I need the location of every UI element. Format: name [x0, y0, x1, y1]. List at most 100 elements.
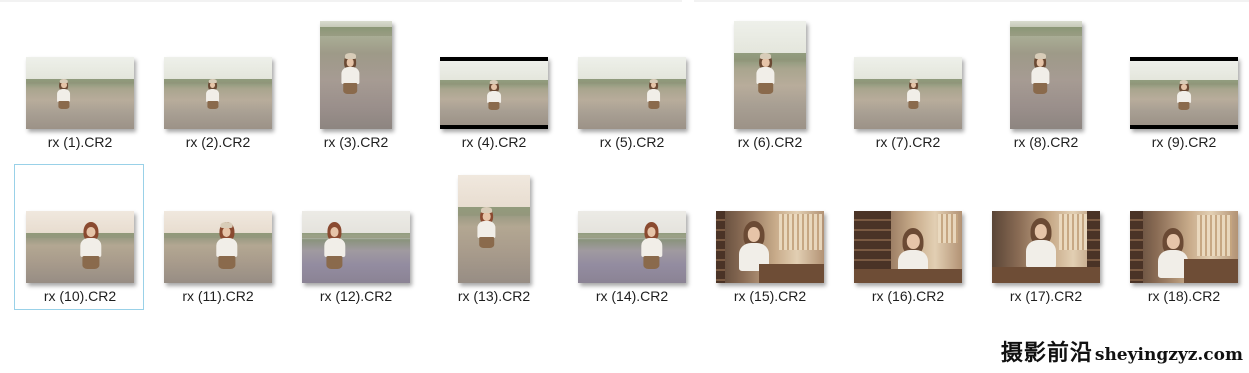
table [1184, 258, 1238, 283]
file-item[interactable]: rx (5).CR2 [566, 10, 696, 156]
treeline [320, 27, 392, 37]
file-name-label[interactable]: rx (12).CR2 [291, 288, 421, 304]
file-thumbnail[interactable] [854, 211, 962, 283]
file-thumbnail[interactable] [734, 21, 806, 129]
file-thumbnail[interactable] [302, 211, 410, 283]
thumbnail-box [567, 11, 697, 129]
thumbnail-box [429, 11, 559, 129]
file-item[interactable]: rx (9).CR2 [1118, 10, 1248, 156]
thumbnail-box [843, 11, 973, 129]
file-thumbnail[interactable] [458, 175, 530, 283]
subject-figure [323, 222, 345, 269]
thumbnail-image [992, 211, 1100, 283]
thumbnail-box [429, 165, 559, 283]
file-thumbnail[interactable] [854, 57, 962, 129]
file-item[interactable]: rx (13).CR2 [428, 164, 558, 310]
file-name-label[interactable]: rx (14).CR2 [567, 288, 697, 304]
file-name-label[interactable]: rx (9).CR2 [1119, 134, 1249, 150]
file-thumbnail[interactable] [164, 57, 272, 129]
file-item[interactable]: rx (15).CR2 [704, 164, 834, 310]
file-thumbnail-grid: rx (1).CR2 rx (2).CR2 rx (3).CR2 rx (4).CR2… [0, 0, 1249, 373]
file-thumbnail[interactable] [164, 211, 272, 283]
file-thumbnail[interactable] [1010, 21, 1082, 129]
table [992, 267, 1100, 283]
thumbnail-image [302, 211, 410, 283]
thumbnail-image [26, 57, 134, 129]
file-name-label[interactable]: rx (7).CR2 [843, 134, 973, 150]
thumbnail-box [153, 165, 283, 283]
file-item[interactable]: rx (8).CR2 [980, 10, 1110, 156]
file-name-label[interactable]: rx (5).CR2 [567, 134, 697, 150]
thumbnail-image [578, 211, 686, 283]
thumbnail-box [705, 165, 835, 283]
thumbnail-box [567, 165, 697, 283]
treeline [578, 78, 686, 85]
window-blinds [778, 213, 822, 250]
table [854, 268, 962, 283]
subject-figure [1031, 53, 1050, 94]
thumbnail-image [164, 211, 272, 283]
subject-figure [646, 78, 661, 109]
file-item[interactable]: rx (11).CR2 [152, 164, 282, 310]
file-name-label[interactable]: rx (8).CR2 [981, 134, 1111, 150]
file-name-label[interactable]: rx (1).CR2 [15, 134, 145, 150]
thumbnail-box [291, 165, 421, 283]
treeline [302, 232, 410, 239]
file-name-label[interactable]: rx (13).CR2 [429, 288, 559, 304]
file-item[interactable]: rx (4).CR2 [428, 10, 558, 156]
file-thumbnail[interactable] [26, 57, 134, 129]
subject-figure [80, 222, 102, 269]
thumbnail-box [981, 11, 1111, 129]
file-name-label[interactable]: rx (4).CR2 [429, 134, 559, 150]
file-item[interactable]: rx (7).CR2 [842, 10, 972, 156]
file-thumbnail[interactable] [1130, 211, 1238, 283]
file-item[interactable]: rx (1).CR2 [14, 10, 144, 156]
file-name-label[interactable]: rx (17).CR2 [981, 288, 1111, 304]
thumbnail-image [26, 211, 134, 283]
thumbnail-image [1010, 21, 1082, 129]
file-item[interactable]: rx (2).CR2 [152, 10, 282, 156]
subject-figure [205, 78, 220, 109]
thumbnail-box [981, 165, 1111, 283]
thumbnail-box [291, 11, 421, 129]
watermark-chinese: 摄影前沿 [1000, 340, 1093, 366]
file-thumbnail[interactable] [26, 211, 134, 283]
thumbnail-image [164, 57, 272, 129]
file-name-label[interactable]: rx (16).CR2 [843, 288, 973, 304]
file-item[interactable]: rx (12).CR2 [290, 164, 420, 310]
thumbnail-box [15, 165, 145, 283]
treeline [578, 232, 686, 239]
file-item[interactable]: rx (10).CR2 [14, 164, 144, 310]
file-item[interactable]: rx (6).CR2 [704, 10, 834, 156]
file-item[interactable]: rx (3).CR2 [290, 10, 420, 156]
watermark: 摄影前沿 sheyingzyz.com [1001, 335, 1243, 367]
file-thumbnail[interactable] [578, 57, 686, 129]
file-thumbnail[interactable] [320, 21, 392, 129]
shelf [1130, 211, 1143, 283]
subject-figure [477, 207, 496, 248]
file-thumbnail[interactable] [992, 211, 1100, 283]
thumbnail-image [578, 57, 686, 129]
file-thumbnail[interactable] [716, 211, 824, 283]
treeline [1010, 27, 1082, 37]
file-name-label[interactable]: rx (2).CR2 [153, 134, 283, 150]
subject-figure [1177, 80, 1191, 111]
file-item[interactable]: rx (14).CR2 [566, 164, 696, 310]
window-blinds [1196, 215, 1232, 256]
file-name-label[interactable]: rx (3).CR2 [291, 134, 421, 150]
file-item[interactable]: rx (18).CR2 [1118, 164, 1248, 310]
file-thumbnail[interactable] [440, 57, 548, 129]
file-thumbnail[interactable] [1130, 57, 1238, 129]
file-name-label[interactable]: rx (6).CR2 [705, 134, 835, 150]
file-thumbnail[interactable] [578, 211, 686, 283]
file-name-label[interactable]: rx (11).CR2 [153, 288, 283, 304]
file-item[interactable]: rx (17).CR2 [980, 164, 1110, 310]
file-name-label[interactable]: rx (10).CR2 [15, 288, 145, 304]
subject-figure [341, 53, 360, 94]
subject-figure [640, 222, 662, 269]
file-item[interactable]: rx (16).CR2 [842, 164, 972, 310]
window-blinds [938, 213, 958, 243]
file-name-label[interactable]: rx (18).CR2 [1119, 288, 1249, 304]
subject-figure [215, 221, 238, 269]
file-name-label[interactable]: rx (15).CR2 [705, 288, 835, 304]
